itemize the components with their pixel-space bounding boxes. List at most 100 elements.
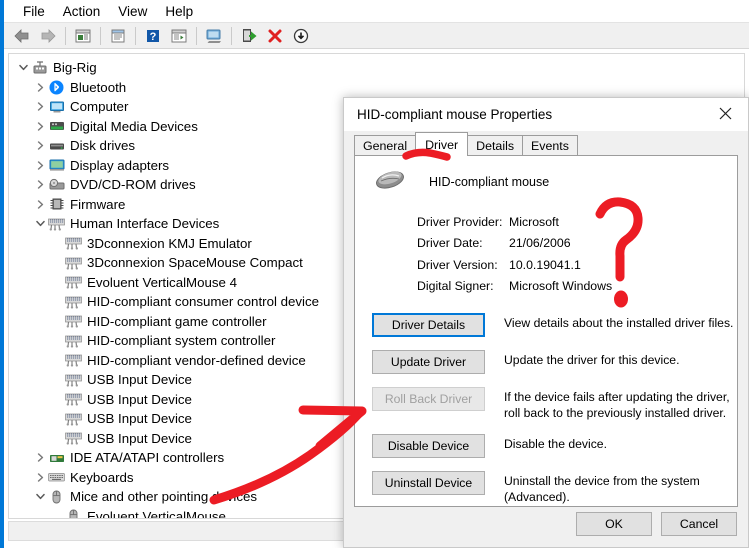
driver-details-description: View details about the installed driver … bbox=[504, 316, 734, 330]
tab-details[interactable]: Details bbox=[467, 135, 524, 156]
computer-root-icon bbox=[31, 60, 48, 76]
chevron-right-icon[interactable] bbox=[32, 450, 48, 466]
roll-back-driver-button: Roll Back Driver bbox=[372, 387, 485, 411]
driver-info-value: 10.0.19041.1 bbox=[509, 257, 581, 272]
driver-info-row: Driver Version: 10.0.19041.1 bbox=[417, 254, 737, 276]
tab-strip: General Driver Details Events bbox=[354, 132, 578, 156]
toolbar-separator bbox=[231, 26, 232, 45]
chevron-right-icon[interactable] bbox=[32, 177, 48, 193]
firmware-icon bbox=[48, 196, 65, 212]
update-driver-description: Update the driver for this device. bbox=[504, 353, 680, 367]
driver-info-label: Driver Version: bbox=[417, 257, 498, 272]
driver-action-row: Disable Device Disable the device. bbox=[355, 434, 737, 458]
tree-item-bluetooth[interactable]: Bluetooth bbox=[9, 78, 744, 98]
hid-icon bbox=[65, 294, 82, 310]
chevron-right-icon[interactable] bbox=[32, 196, 48, 212]
chevron-right-icon[interactable] bbox=[32, 469, 48, 485]
tree-item-label: Mice and other pointing devices bbox=[70, 489, 258, 505]
tree-item-label: USB Input Device bbox=[87, 430, 192, 446]
device-header: HID-compliant mouse bbox=[355, 156, 737, 195]
scan-hardware-changes-icon[interactable] bbox=[201, 24, 227, 48]
chevron-right-icon[interactable] bbox=[32, 79, 48, 95]
driver-info-value: 21/06/2006 bbox=[509, 236, 571, 251]
hid-icon bbox=[65, 391, 82, 407]
menu-item-view[interactable]: View bbox=[109, 3, 156, 20]
toolbar: ? bbox=[4, 22, 749, 49]
tree-item-label: Disk drives bbox=[70, 138, 136, 154]
menu-item-action[interactable]: Action bbox=[54, 3, 110, 20]
keyboard-icon bbox=[48, 469, 65, 485]
hid-icon bbox=[65, 235, 82, 251]
dialog-title: HID-compliant mouse Properties bbox=[357, 107, 553, 122]
tree-item-label: HID-compliant vendor-defined device bbox=[87, 352, 306, 368]
chevron-down-icon[interactable] bbox=[32, 216, 48, 232]
help-icon[interactable]: ? bbox=[140, 24, 166, 48]
cancel-button[interactable]: Cancel bbox=[661, 511, 737, 536]
chevron-right-icon[interactable] bbox=[32, 118, 48, 134]
dvd-drive-icon bbox=[48, 177, 65, 193]
tree-item-label: USB Input Device bbox=[87, 372, 192, 388]
menu-item-file[interactable]: File bbox=[14, 3, 54, 20]
close-icon[interactable] bbox=[703, 98, 748, 129]
device-manager-window: File Action View Help ? Big-Rig Bluetoot… bbox=[0, 0, 749, 548]
tree-item-label: Display adapters bbox=[70, 157, 170, 173]
dialog-title-bar: HID-compliant mouse Properties bbox=[344, 98, 748, 131]
tree-item-label: Bluetooth bbox=[70, 79, 127, 95]
device-name: HID-compliant mouse bbox=[429, 174, 550, 189]
disable-device-icon[interactable] bbox=[288, 24, 314, 48]
hid-icon bbox=[65, 333, 82, 349]
uninstall-device-icon[interactable] bbox=[262, 24, 288, 48]
chevron-right-icon[interactable] bbox=[32, 138, 48, 154]
tree-item-label: Digital Media Devices bbox=[70, 118, 198, 134]
menu-item-help[interactable]: Help bbox=[156, 3, 202, 20]
driver-action-list: Driver Details View details about the ins… bbox=[355, 313, 737, 505]
tab-general[interactable]: General bbox=[354, 135, 417, 156]
hid-icon bbox=[65, 411, 82, 427]
hid-icon bbox=[65, 274, 82, 290]
driver-action-row: Driver Details View details about the ins… bbox=[355, 313, 737, 337]
tree-item-big-rig[interactable]: Big-Rig bbox=[9, 58, 744, 78]
computer-icon bbox=[48, 99, 65, 115]
tree-item-label: Keyboards bbox=[70, 469, 134, 485]
tab-driver[interactable]: Driver bbox=[415, 132, 469, 156]
tab-events[interactable]: Events bbox=[522, 135, 578, 156]
tree-item-label: USB Input Device bbox=[87, 391, 192, 407]
tree-item-label: IDE ATA/ATAPI controllers bbox=[70, 450, 225, 466]
driver-details-button[interactable]: Driver Details bbox=[372, 313, 485, 337]
mouse-icon bbox=[65, 508, 82, 518]
uninstall-device-button[interactable]: Uninstall Device bbox=[372, 471, 485, 495]
chevron-down-icon[interactable] bbox=[15, 60, 31, 76]
chevron-right-icon[interactable] bbox=[32, 157, 48, 173]
tree-item-label: 3Dconnexion KMJ Emulator bbox=[87, 235, 252, 251]
chevron-down-icon[interactable] bbox=[32, 489, 48, 505]
back-arrow-icon[interactable] bbox=[9, 24, 35, 48]
update-driver-icon[interactable] bbox=[236, 24, 262, 48]
hid-icon bbox=[65, 430, 82, 446]
chevron-right-icon[interactable] bbox=[32, 99, 48, 115]
tree-item-label: Computer bbox=[70, 99, 129, 115]
driver-info-value: Microsoft bbox=[509, 214, 559, 229]
toolbar-separator bbox=[65, 26, 66, 45]
disable-device-button[interactable]: Disable Device bbox=[372, 434, 485, 458]
tree-item-label: USB Input Device bbox=[87, 411, 192, 427]
update-driver-button[interactable]: Update Driver bbox=[372, 350, 485, 374]
show-hide-console-tree-icon[interactable] bbox=[70, 24, 96, 48]
dialog-content: General Driver Details Events HID-compliant… bbox=[344, 131, 748, 547]
action-pane-icon[interactable] bbox=[166, 24, 192, 48]
forward-arrow-icon[interactable] bbox=[35, 24, 61, 48]
properties-icon[interactable] bbox=[105, 24, 131, 48]
tree-item-label: 3Dconnexion SpaceMouse Compact bbox=[87, 255, 303, 271]
driver-info-grid: Driver Provider: Microsoft Driver Date: 21/… bbox=[417, 211, 737, 297]
driver-info-row: Driver Date: 21/06/2006 bbox=[417, 233, 737, 255]
tree-item-label: Evoluent VerticalMouse bbox=[87, 508, 226, 519]
driver-tab-panel: HID-compliant mouse Driver Provider: Micr… bbox=[354, 155, 738, 507]
ok-button[interactable]: OK bbox=[576, 511, 652, 536]
